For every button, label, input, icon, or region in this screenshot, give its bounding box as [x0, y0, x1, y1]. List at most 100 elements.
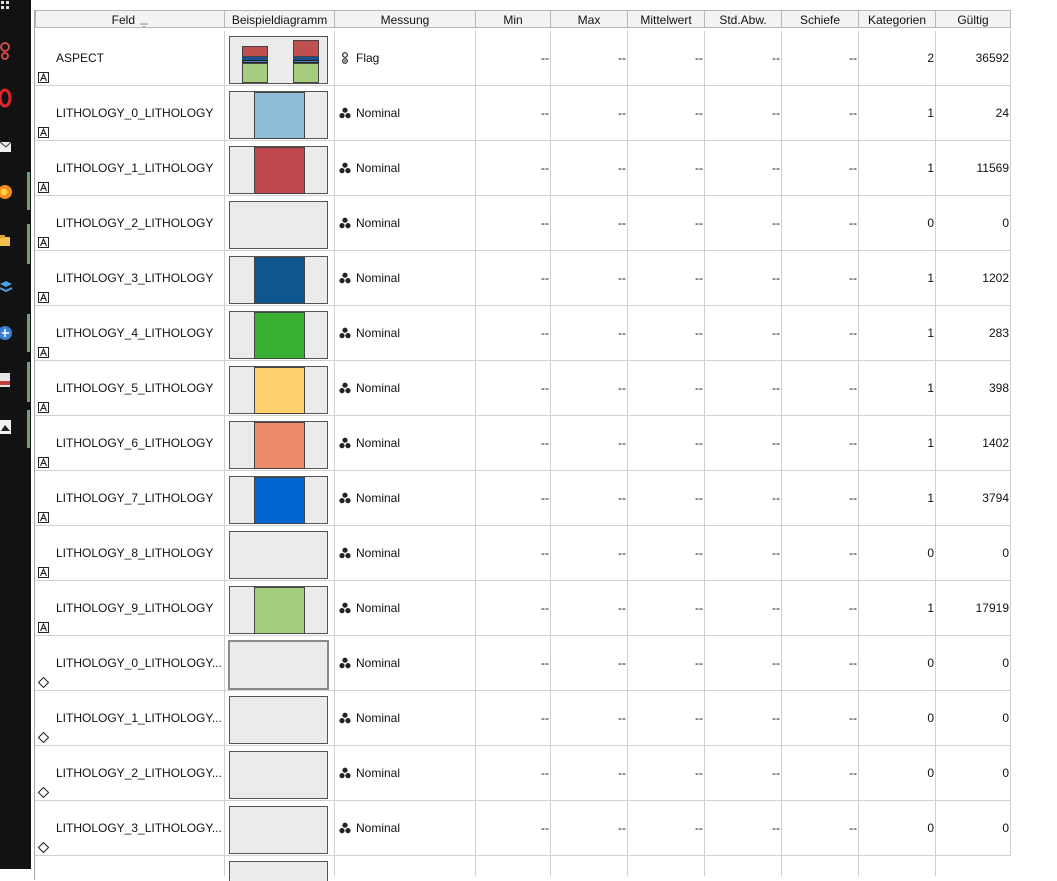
cell-sample-graph[interactable]: [225, 361, 335, 415]
mail-icon[interactable]: [0, 136, 14, 158]
cell-std-abw: --: [704, 581, 782, 635]
cell-measurement[interactable]: Nominal: [335, 251, 476, 305]
cell-field[interactable]: LITHOLOGY_1_LITHOLOGY: [35, 141, 225, 195]
cell-measurement[interactable]: Nominal: [335, 801, 476, 855]
image-viewer-icon[interactable]: [0, 416, 14, 438]
cell-measurement[interactable]: Nominal: [335, 196, 476, 250]
sample-graph-thumbnail[interactable]: [229, 146, 328, 194]
cell-sample-graph[interactable]: [225, 196, 335, 250]
table-row[interactable]: LITHOLOGY_0_LITHOLOGY... Nominal -- -- -- -- -…: [35, 636, 1011, 691]
sample-graph-thumbnail[interactable]: [229, 806, 328, 854]
table-row[interactable]: LITHOLOGY_6_LITHOLOGY Nominal -- -- -- -- -- 1 1…: [35, 416, 1011, 471]
sample-graph-thumbnail[interactable]: [228, 640, 329, 690]
scissors-icon[interactable]: [0, 40, 14, 62]
column-header-std-abw[interactable]: Std.Abw.: [704, 10, 782, 28]
table-row[interactable]: LITHOLOGY_2_LITHOLOGY Nominal -- -- -- -- -- 0 0: [35, 196, 1011, 251]
column-header-feld[interactable]: Feld: [35, 10, 225, 28]
sample-graph-thumbnail[interactable]: [229, 366, 328, 414]
cell-field[interactable]: LITHOLOGY_9_LITHOLOGY: [35, 581, 225, 635]
table-row[interactable]: LITHOLOGY_1_LITHOLOGY Nominal -- -- -- -- -- 1 1…: [35, 141, 1011, 196]
column-header-kategorien[interactable]: Kategorien: [858, 10, 936, 28]
cell-field[interactable]: LITHOLOGY_6_LITHOLOGY: [35, 416, 225, 470]
cell-sample-graph[interactable]: [225, 581, 335, 635]
column-header-schiefe[interactable]: Schiefe: [781, 10, 859, 28]
sort-indicator-icon[interactable]: [140, 17, 149, 27]
cell-field[interactable]: LITHOLOGY_4_LITHOLOGY: [35, 306, 225, 360]
column-header-gueltig[interactable]: Gültig: [935, 10, 1011, 28]
cell-measurement[interactable]: Nominal: [335, 361, 476, 415]
cell-measurement[interactable]: Nominal: [335, 746, 476, 800]
cell-field[interactable]: LITHOLOGY_3_LITHOLOGY...: [35, 801, 225, 855]
column-header-max[interactable]: Max: [550, 10, 628, 28]
cell-measurement[interactable]: Nominal: [335, 416, 476, 470]
cell-sample-graph[interactable]: [225, 801, 335, 855]
cell-field[interactable]: LITHOLOGY_3_LITHOLOGY: [35, 251, 225, 305]
cell-sample-graph[interactable]: [225, 251, 335, 305]
column-header-min[interactable]: Min: [475, 10, 551, 28]
cell-measurement[interactable]: Nominal: [335, 636, 476, 690]
table-row[interactable]: LITHOLOGY_9_LITHOLOGY Nominal -- -- -- -- -- 1 1…: [35, 581, 1011, 636]
sample-graph-thumbnail[interactable]: [229, 256, 328, 304]
cell-measurement[interactable]: Flag: [335, 31, 476, 85]
cell-sample-graph[interactable]: [225, 526, 335, 580]
cell-field[interactable]: LITHOLOGY_0_LITHOLOGY: [35, 86, 225, 140]
table-row[interactable]: LITHOLOGY_2_LITHOLOGY... Nominal -- -- -- -- -…: [35, 746, 1011, 801]
sample-graph-thumbnail[interactable]: [229, 751, 328, 799]
sample-graph-thumbnail[interactable]: [229, 201, 328, 249]
sample-graph-thumbnail[interactable]: [229, 476, 328, 524]
table-row[interactable]: LITHOLOGY_3_LITHOLOGY... Nominal -- -- -- -- -…: [35, 801, 1011, 856]
column-header-messung[interactable]: Messung: [334, 10, 476, 28]
cell-measurement[interactable]: Nominal: [335, 86, 476, 140]
sample-graph-thumbnail[interactable]: [229, 421, 328, 469]
sample-graph-thumbnail[interactable]: [229, 531, 328, 579]
sample-graph-thumbnail[interactable]: [229, 91, 328, 139]
cell-measurement[interactable]: Nominal: [335, 141, 476, 195]
opera-icon[interactable]: [0, 87, 14, 109]
stack-icon[interactable]: [0, 276, 14, 298]
cell-sample-graph[interactable]: [225, 636, 335, 690]
table-row[interactable]: LITHOLOGY_4_LITHOLOGY Nominal -- -- -- -- -- 1 2…: [35, 306, 1011, 361]
cell-sample-graph[interactable]: [225, 86, 335, 140]
folder-icon[interactable]: [0, 230, 14, 252]
table-row[interactable]: LITHOLOGY_3_LITHOLOGY Nominal -- -- -- -- -- 1 1…: [35, 251, 1011, 306]
cell-measurement[interactable]: Nominal: [335, 471, 476, 525]
cell-field[interactable]: LITHOLOGY_7_LITHOLOGY: [35, 471, 225, 525]
cell-sample-graph[interactable]: [225, 746, 335, 800]
cell-measurement[interactable]: Nominal: [335, 581, 476, 635]
cell-measurement[interactable]: Nominal: [335, 691, 476, 745]
document-app-icon[interactable]: [0, 369, 14, 391]
cell-field[interactable]: LITHOLOGY_2_LITHOLOGY: [35, 196, 225, 250]
table-row[interactable]: LITHOLOGY_0_LITHOLOGY Nominal -- -- -- -- -- 1 2…: [35, 86, 1011, 141]
table-row[interactable]: LITHOLOGY_1_LITHOLOGY... Nominal -- -- -- -- -…: [35, 691, 1011, 746]
cell-field[interactable]: LITHOLOGY_1_LITHOLOGY...: [35, 691, 225, 745]
sample-graph-thumbnail[interactable]: [229, 696, 328, 744]
cell-kategorien: 1: [858, 361, 936, 415]
cell-field[interactable]: LITHOLOGY_5_LITHOLOGY: [35, 361, 225, 415]
table-row[interactable]: LITHOLOGY_7_LITHOLOGY Nominal -- -- -- -- -- 1 3…: [35, 471, 1011, 526]
cell-sample-graph[interactable]: [225, 691, 335, 745]
cell-sample-graph[interactable]: [225, 471, 335, 525]
network-icon[interactable]: [0, 322, 14, 344]
sample-graph-thumbnail[interactable]: [229, 586, 328, 634]
cell-sample-graph[interactable]: [225, 306, 335, 360]
column-header-mittelwert[interactable]: Mittelwert: [627, 10, 705, 28]
firefox-icon[interactable]: [0, 181, 14, 203]
cell-measurement[interactable]: Nominal: [335, 526, 476, 580]
cell-field[interactable]: ASPECT: [35, 31, 225, 85]
string-type-icon: [38, 52, 49, 83]
cell-measurement[interactable]: Nominal: [335, 306, 476, 360]
table-row[interactable]: LITHOLOGY_5_LITHOLOGY Nominal -- -- -- -- -- 1 3…: [35, 361, 1011, 416]
column-header-beispieldiagramm[interactable]: Beispieldiagramm: [224, 10, 335, 28]
sample-graph-thumbnail[interactable]: [229, 311, 328, 359]
sample-graph-thumbnail[interactable]: [229, 861, 328, 881]
sample-graph-thumbnail[interactable]: [229, 36, 328, 84]
app-grid-icon[interactable]: [0, 0, 14, 22]
table-row[interactable]: LITHOLOGY_8_LITHOLOGY Nominal -- -- -- -- -- 0 0: [35, 526, 1011, 581]
cell-field[interactable]: LITHOLOGY_2_LITHOLOGY...: [35, 746, 225, 800]
cell-field[interactable]: LITHOLOGY_0_LITHOLOGY...: [35, 636, 225, 690]
cell-field[interactable]: LITHOLOGY_8_LITHOLOGY: [35, 526, 225, 580]
cell-sample-graph[interactable]: [225, 141, 335, 195]
cell-sample-graph[interactable]: [225, 31, 335, 85]
table-row[interactable]: ASPECT Flag -- -- -- -- -- 2 36592: [35, 31, 1011, 86]
cell-sample-graph[interactable]: [225, 416, 335, 470]
